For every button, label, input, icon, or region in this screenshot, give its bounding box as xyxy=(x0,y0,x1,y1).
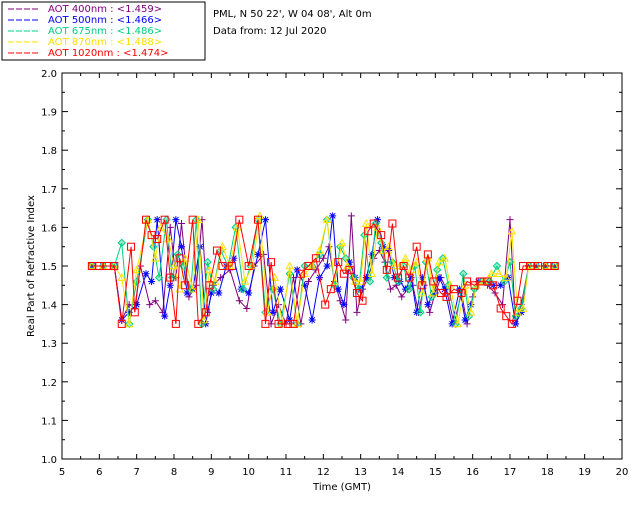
y-tick-label: 1.0 xyxy=(41,455,57,466)
y-tick-label: 1.2 xyxy=(41,378,57,389)
x-tick-label: 10 xyxy=(242,467,255,478)
data-point xyxy=(172,216,180,224)
data-point xyxy=(142,270,150,278)
x-tick-label: 9 xyxy=(208,467,214,478)
y-tick-label: 1.5 xyxy=(41,262,57,273)
series-layer xyxy=(87,211,560,329)
series-0 xyxy=(88,212,559,328)
y-axis-title: Real Part of Refractive Index xyxy=(26,195,37,337)
x-tick-label: 8 xyxy=(171,467,177,478)
y-tick-label: 1.6 xyxy=(41,223,57,234)
data-point xyxy=(398,293,406,301)
data-point xyxy=(285,269,294,278)
legend-label: AOT 400nm : <1.459> xyxy=(48,4,162,15)
data-point xyxy=(276,285,284,293)
y-tick-label: 1.7 xyxy=(41,185,57,196)
x-tick-label: 15 xyxy=(429,467,442,478)
y-tick-label: 1.4 xyxy=(41,301,57,312)
y-tick-label: 1.9 xyxy=(41,108,57,119)
data-point xyxy=(177,220,185,228)
data-point xyxy=(308,316,316,324)
legend: AOT 400nm : <1.459> AOT 500nm : <1.466> … xyxy=(1,1,206,61)
data-point xyxy=(329,212,337,220)
x-tick-label: 18 xyxy=(541,467,554,478)
data-point xyxy=(177,243,185,251)
y-tick-label: 1.3 xyxy=(41,339,57,350)
data-point xyxy=(459,269,468,278)
y-tick-label: 1.8 xyxy=(41,146,57,157)
legend-label: AOT 870nm : <1.488> xyxy=(48,37,162,48)
data-point xyxy=(340,301,348,309)
x-tick-label: 19 xyxy=(578,467,591,478)
data-point xyxy=(382,273,392,282)
x-tick-label: 16 xyxy=(466,467,479,478)
site-info: PML, N 50 22', W 04 08', Alt 0m xyxy=(213,9,372,20)
data-point xyxy=(492,261,502,271)
data-point xyxy=(153,216,161,224)
x-tick-label: 17 xyxy=(504,467,517,478)
data-point xyxy=(506,216,514,224)
data-point xyxy=(347,212,355,220)
data-point xyxy=(146,301,154,309)
data-point xyxy=(353,308,361,316)
x-tick-label: 5 xyxy=(59,467,65,478)
data-point xyxy=(215,289,223,297)
chart: AOT 400nm : <1.459> AOT 500nm : <1.466> … xyxy=(1,1,629,493)
y-tick-label: 1.1 xyxy=(41,416,57,427)
data-point xyxy=(342,316,350,324)
data-point xyxy=(387,285,395,293)
data-point xyxy=(148,277,156,285)
y-tick-label: 2.0 xyxy=(41,69,57,80)
data-point xyxy=(426,308,434,316)
data-point xyxy=(161,312,169,320)
data-point xyxy=(424,301,432,309)
x-axis-title: Time (GMT) xyxy=(312,482,371,493)
data-point xyxy=(117,238,126,248)
legend-label: AOT 1020nm : <1.474> xyxy=(48,48,168,59)
data-point xyxy=(151,297,159,305)
legend-label: AOT 500nm : <1.466> xyxy=(48,15,162,26)
date-info: Data from: 12 Jul 2020 xyxy=(213,26,326,37)
data-point xyxy=(427,292,436,302)
x-tick-label: 12 xyxy=(317,467,330,478)
series-3 xyxy=(87,211,560,328)
x-tick-label: 11 xyxy=(280,467,293,478)
x-tick-label: 7 xyxy=(133,467,139,478)
x-tick-label: 6 xyxy=(96,467,102,478)
x-tick-label: 14 xyxy=(392,467,405,478)
data-point xyxy=(323,262,331,270)
series-1 xyxy=(88,212,559,328)
legend-label: AOT 675nm : <1.486> xyxy=(48,26,162,37)
data-point xyxy=(245,289,253,297)
x-tick-label: 20 xyxy=(616,467,629,478)
data-point xyxy=(166,281,174,289)
x-tick-label: 13 xyxy=(354,467,367,478)
